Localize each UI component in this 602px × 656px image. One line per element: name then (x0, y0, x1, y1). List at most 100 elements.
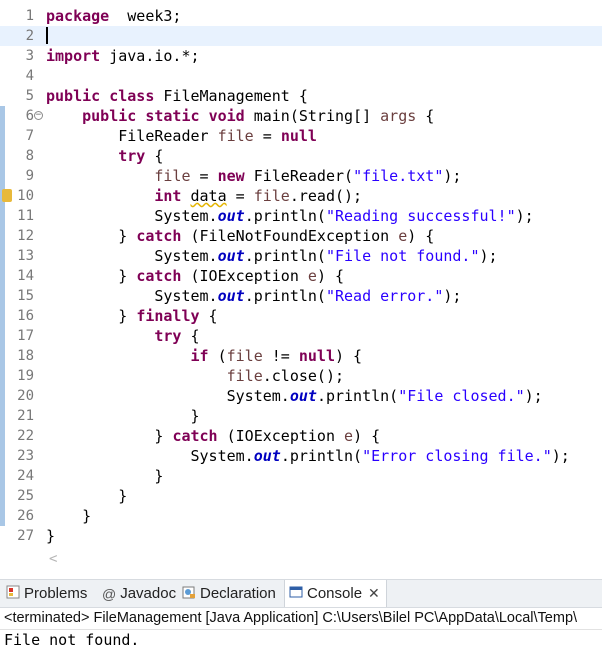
code-token: ); (443, 287, 462, 305)
code-text: public static void main(String[] args { (46, 106, 434, 126)
code-line[interactable]: 25 } (0, 486, 602, 506)
code-line[interactable]: 19 file.close(); (0, 366, 602, 386)
scroll-left-icon[interactable]: < (49, 551, 57, 567)
code-token: ) { (407, 227, 435, 245)
text-caret (46, 27, 48, 44)
code-token: { (181, 327, 200, 345)
line-number: 6 (25, 108, 34, 124)
code-text: } catch (IOException e) { (46, 426, 380, 446)
code-line[interactable]: 18 if (file != null) { (0, 346, 602, 366)
range-indicator (0, 246, 5, 266)
console-output: File not found. (4, 631, 140, 649)
range-indicator (0, 226, 5, 246)
code-line[interactable]: 1 package week3; (0, 6, 602, 26)
code-token: } (46, 227, 137, 245)
code-line[interactable]: 20 System.out.println("File closed."); (0, 386, 602, 406)
code-token: out (217, 207, 245, 225)
tab-problems[interactable]: Problems (6, 580, 87, 607)
declaration-icon (182, 581, 196, 608)
tab-console[interactable]: Console ✕ (284, 580, 387, 607)
code-text: file.close(); (46, 366, 344, 386)
code-token: file (226, 347, 263, 365)
range-indicator (0, 166, 5, 186)
tab-problems-label: Problems (24, 585, 88, 602)
code-token: null (298, 347, 335, 365)
code-token: static (145, 107, 200, 125)
code-line[interactable]: 7 FileReader file = null (0, 126, 602, 146)
code-line[interactable]: 6− public static void main(String[] args… (0, 106, 602, 126)
code-token: .println( (244, 207, 326, 225)
code-line[interactable]: 24 } (0, 466, 602, 486)
fold-icon[interactable]: − (34, 111, 43, 120)
line-number: 20 (17, 388, 34, 404)
line-number: 24 (17, 468, 34, 484)
code-text: FileReader file = null (46, 126, 317, 146)
tab-javadoc-label: Javadoc (120, 585, 177, 602)
code-token: "Read error." (325, 287, 444, 305)
code-line[interactable]: 2 (0, 26, 602, 46)
code-line[interactable]: 15 System.out.println("Read error."); (0, 286, 602, 306)
code-line[interactable]: 26 } (0, 506, 602, 526)
close-icon[interactable]: ✕ (368, 585, 380, 601)
code-line[interactable]: 27} (0, 526, 602, 546)
code-token: .println( (244, 247, 326, 265)
tab-javadoc[interactable]: @ Javadoc (102, 580, 176, 607)
tab-declaration[interactable]: Declaration (182, 580, 276, 607)
code-line[interactable]: 9 file = new FileReader("file.txt"); (0, 166, 602, 186)
code-token: out (217, 247, 245, 265)
code-line[interactable]: 11 System.out.println("Reading successfu… (0, 206, 602, 226)
code-line[interactable]: 17 try { (0, 326, 602, 346)
code-token: try (154, 327, 182, 345)
code-line[interactable]: 21 } (0, 406, 602, 426)
line-number: 16 (17, 308, 34, 324)
code-token: "Error closing file." (362, 447, 552, 465)
code-line[interactable]: 14 } catch (IOException e) { (0, 266, 602, 286)
code-token: ); (479, 247, 498, 265)
code-line[interactable]: 12 } catch (FileNotFoundException e) { (0, 226, 602, 246)
code-token: file (217, 127, 254, 145)
code-token: "File not found." (325, 247, 480, 265)
code-line[interactable]: 8 try { (0, 146, 602, 166)
code-line[interactable]: 10 int data = file.read(); (0, 186, 602, 206)
code-editor[interactable]: 1 package week3; 2 3 import java.io.*; 4 5 publ… (0, 0, 602, 546)
code-text: } (46, 466, 163, 486)
range-indicator (0, 486, 5, 506)
code-token: = (226, 187, 254, 205)
code-token: ) { (353, 427, 381, 445)
line-number: 22 (17, 428, 34, 444)
code-token: ); (551, 447, 570, 465)
range-indicator (0, 446, 5, 466)
horizontal-scrollbar[interactable]: < (0, 548, 602, 570)
code-text: System.out.println("Read error."); (46, 286, 461, 306)
range-indicator (0, 326, 5, 346)
range-indicator (0, 146, 5, 166)
code-line[interactable]: 13 System.out.println("File not found.")… (0, 246, 602, 266)
code-token: catch (172, 427, 218, 445)
code-line[interactable]: 5 public class FileManagement { (0, 86, 602, 106)
range-indicator (0, 366, 5, 386)
code-token: (FileNotFoundException (181, 227, 399, 245)
line-number: 14 (17, 268, 34, 284)
code-token: out (217, 287, 245, 305)
code-line[interactable]: 3 import java.io.*; (0, 46, 602, 66)
code-text: } (46, 406, 199, 426)
code-line[interactable]: 4 (0, 66, 602, 86)
code-line[interactable]: 23 System.out.println("Error closing fil… (0, 446, 602, 466)
code-token: .println( (244, 287, 326, 305)
code-token: } (46, 487, 128, 505)
code-line[interactable]: 16 } finally { (0, 306, 602, 326)
code-token: ); (515, 207, 534, 225)
line-number: 19 (17, 368, 34, 384)
code-token: args (380, 107, 417, 125)
line-number: 7 (25, 128, 34, 144)
code-token: { (416, 107, 435, 125)
code-token: FileManagement { (154, 87, 308, 105)
line-number: 17 (17, 328, 34, 344)
code-line[interactable]: 22 } catch (IOException e) { (0, 426, 602, 446)
code-text: } (46, 526, 55, 546)
